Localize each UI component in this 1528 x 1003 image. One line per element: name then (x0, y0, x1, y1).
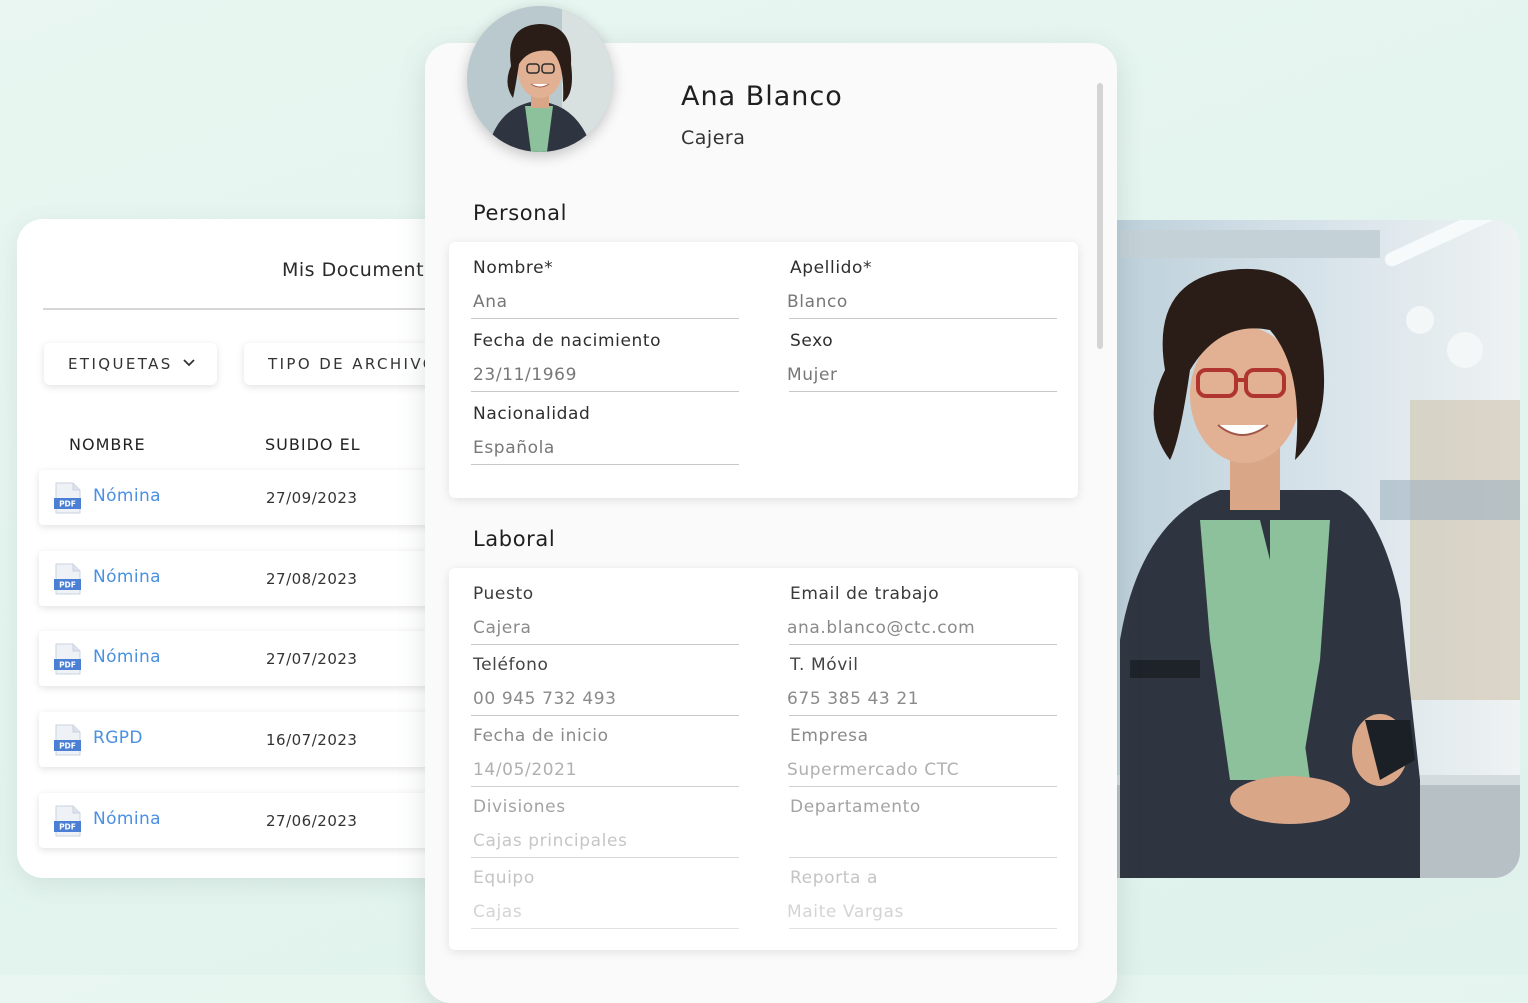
chevron-down-icon (183, 356, 195, 370)
pdf-file-icon: PDF (54, 482, 82, 514)
sexo-field[interactable]: Mujer (787, 365, 838, 385)
employee-profile-panel: Ana Blanco Cajera Personal Nombre* Ana Ape… (425, 43, 1117, 1003)
avatar (467, 6, 613, 152)
departamento-label: Departamento (790, 797, 921, 817)
nombre-field[interactable]: Ana (473, 292, 508, 312)
reporta-a-label: Reporta a (790, 868, 878, 888)
documents-title: Mis Documentos (282, 259, 447, 281)
empresa-field[interactable]: Supermercado CTC (787, 760, 959, 780)
employee-photo (1080, 220, 1520, 878)
scrollbar[interactable] (1097, 83, 1103, 349)
puesto-label: Puesto (473, 584, 534, 604)
field-underline (471, 391, 739, 392)
section-title-laboral: Laboral (473, 527, 556, 551)
employee-role: Cajera (681, 127, 746, 149)
email-de-trabajo-label: Email de trabajo (790, 584, 940, 604)
reporta-a-field[interactable]: Maite Vargas (787, 902, 904, 922)
document-link[interactable]: Nómina (93, 647, 161, 667)
t-movil-field[interactable]: 675 385 43 21 (787, 689, 919, 709)
document-date: 27/07/2023 (266, 650, 358, 668)
divisiones-field[interactable]: Cajas principales (473, 831, 627, 851)
tags-filter-button[interactable]: ETIQUETAS (44, 343, 217, 385)
laboral-section: Puesto Cajera Email de trabajo ana.blanco@c… (449, 568, 1078, 950)
personal-section: Nombre* Ana Apellido* Blanco Fecha de nacimi… (449, 242, 1078, 498)
pdf-file-icon: PDF (54, 805, 82, 837)
field-underline (789, 786, 1057, 787)
document-link[interactable]: RGPD (93, 728, 143, 748)
field-underline (789, 318, 1057, 319)
fecha-de-inicio-label: Fecha de inicio (473, 726, 609, 746)
field-underline (471, 786, 739, 787)
puesto-field[interactable]: Cajera (473, 618, 531, 638)
field-underline (471, 318, 739, 319)
document-date: 27/06/2023 (266, 812, 358, 830)
field-underline (471, 644, 739, 645)
file-type-filter-label: TIPO DE ARCHIVO (268, 355, 437, 373)
document-link[interactable]: Nómina (93, 809, 161, 829)
document-link[interactable]: Nómina (93, 567, 161, 587)
field-underline (789, 928, 1057, 929)
divisiones-label: Divisiones (473, 797, 566, 817)
sexo-label: Sexo (790, 331, 834, 351)
fecha-de-inicio-field[interactable]: 14/05/2021 (473, 760, 577, 780)
apellido-label: Apellido* (790, 258, 873, 278)
equipo-label: Equipo (473, 868, 535, 888)
document-date: 27/09/2023 (266, 489, 358, 507)
document-date: 27/08/2023 (266, 570, 358, 588)
field-underline (471, 715, 739, 716)
field-underline (789, 715, 1057, 716)
fecha-de-nacimiento-label: Fecha de nacimiento (473, 331, 662, 351)
fecha-de-nacimiento-field[interactable]: 23/11/1969 (473, 365, 577, 385)
column-header-name[interactable]: NOMBRE (69, 435, 146, 454)
svg-text:PDF: PDF (59, 661, 76, 670)
field-underline (789, 391, 1057, 392)
apellido-field[interactable]: Blanco (787, 292, 848, 312)
telefono-label: Teléfono (473, 655, 549, 675)
field-underline (471, 464, 739, 465)
email-de-trabajo-field[interactable]: ana.blanco@ctc.com (787, 618, 975, 638)
svg-text:PDF: PDF (59, 742, 76, 751)
field-underline (471, 857, 739, 858)
nacionalidad-field[interactable]: Española (473, 438, 555, 458)
document-link[interactable]: Nómina (93, 486, 161, 506)
svg-text:PDF: PDF (59, 581, 76, 590)
pdf-file-icon: PDF (54, 563, 82, 595)
field-underline (789, 857, 1057, 858)
nombre-label: Nombre* (473, 258, 554, 278)
svg-text:PDF: PDF (59, 500, 76, 509)
t-movil-label: T. Móvil (790, 655, 859, 675)
field-underline (789, 644, 1057, 645)
nacionalidad-label: Nacionalidad (473, 404, 591, 424)
tags-filter-label: ETIQUETAS (68, 355, 173, 373)
employee-name: Ana Blanco (681, 81, 843, 112)
pdf-file-icon: PDF (54, 724, 82, 756)
field-underline (471, 928, 739, 929)
empresa-label: Empresa (790, 726, 869, 746)
document-date: 16/07/2023 (266, 731, 358, 749)
svg-text:PDF: PDF (59, 823, 76, 832)
equipo-field[interactable]: Cajas (473, 902, 522, 922)
section-title-personal: Personal (473, 201, 568, 225)
telefono-field[interactable]: 00 945 732 493 (473, 689, 617, 709)
column-header-uploaded[interactable]: SUBIDO EL (265, 435, 361, 454)
pdf-file-icon: PDF (54, 643, 82, 675)
